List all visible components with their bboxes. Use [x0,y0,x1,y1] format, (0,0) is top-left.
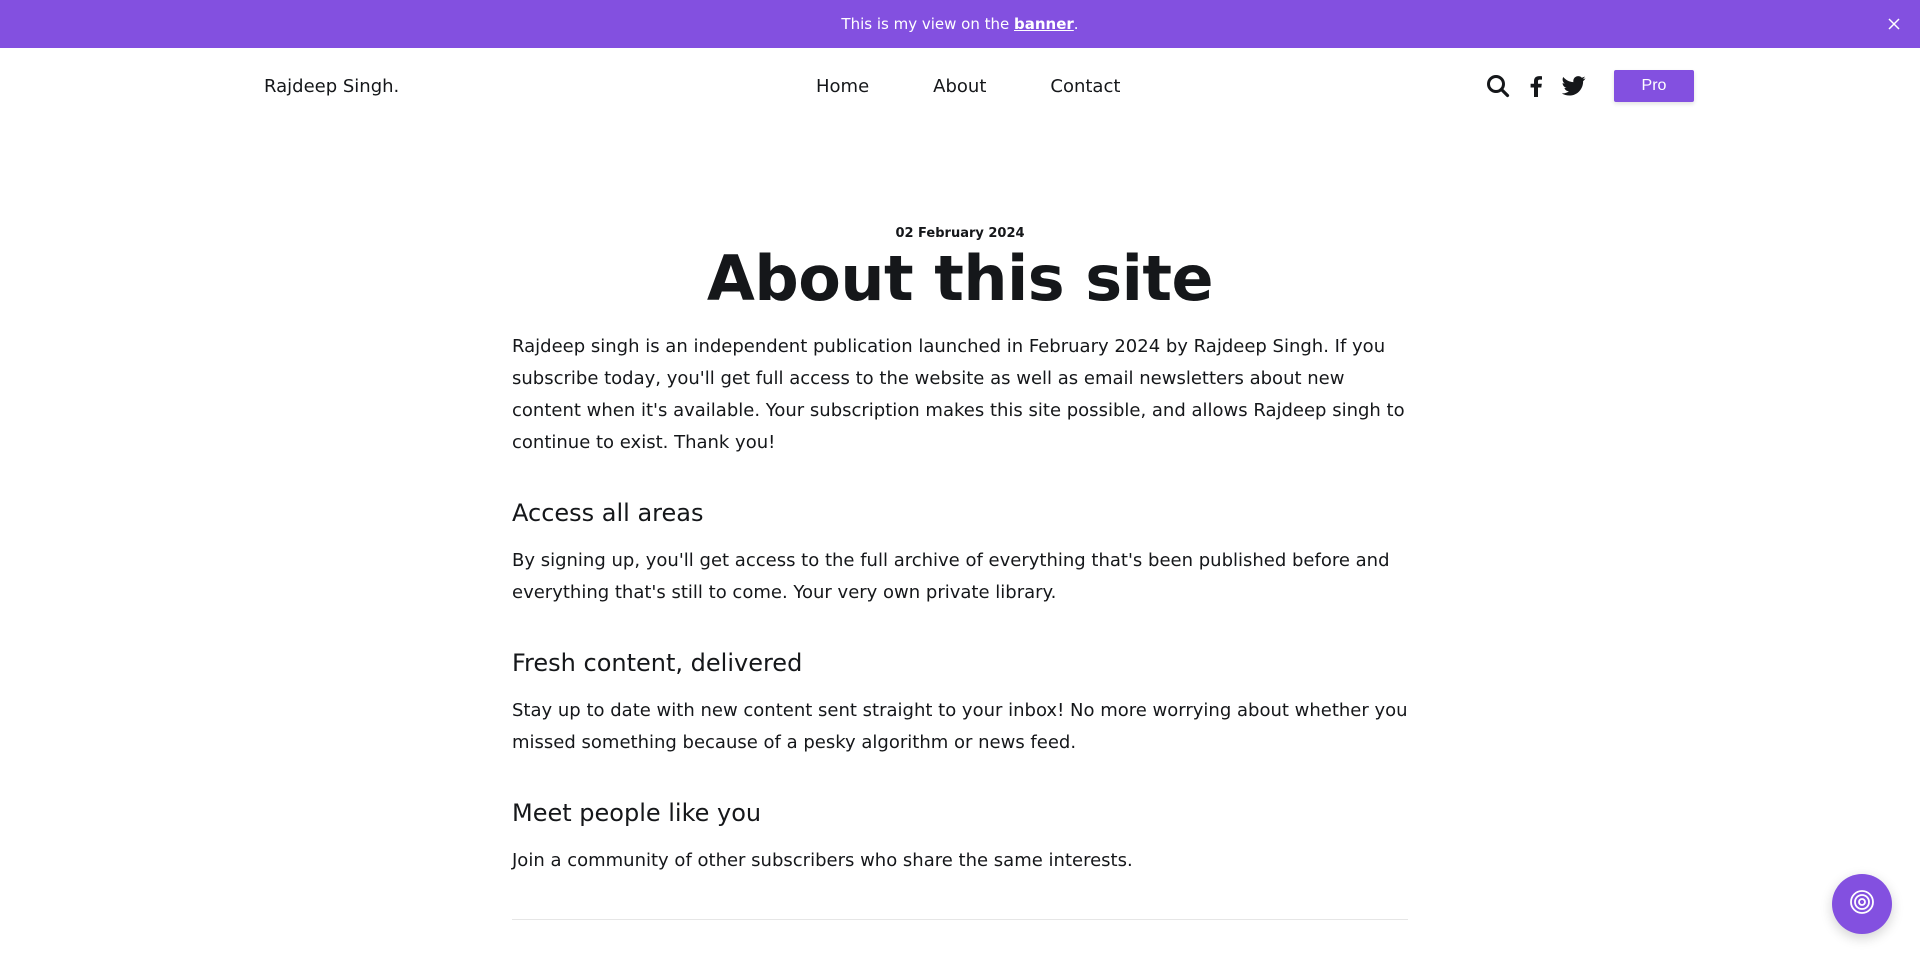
section-body: Join a community of other subscribers wh… [512,850,1133,872]
site-header: Rajdeep Singh. Home About Contact Pro [0,48,1920,128]
section-body: By signing up, you'll get access to the … [512,550,1390,604]
section-heading: Fresh content, delivered [512,649,803,678]
article: 02 February 2024 About this site Rajdeep… [512,220,1408,915]
site-logo[interactable]: Rajdeep Singh. [264,76,399,97]
portal-icon [1849,889,1875,919]
banner-link[interactable]: banner [1014,15,1074,33]
close-icon[interactable] [1884,14,1904,34]
pro-button[interactable]: Pro [1614,70,1694,102]
article-intro: Rajdeep singh is an independent publicat… [512,336,1405,454]
article-divider [512,919,1408,920]
announcement-banner: This is my view on the banner. [0,0,1920,48]
twitter-icon[interactable] [1560,72,1588,100]
section-heading: Access all areas [512,499,704,528]
search-icon[interactable] [1484,72,1512,100]
header-actions: Pro [1484,70,1694,102]
page-title: About this site [706,242,1214,315]
article-date: 02 February 2024 [895,226,1025,241]
nav-item-about[interactable]: About [933,76,986,97]
facebook-icon[interactable] [1522,72,1550,100]
nav-item-contact[interactable]: Contact [1050,76,1120,97]
banner-text-before: This is my view on the [841,15,1014,33]
banner-text-after: . [1073,15,1079,33]
main-nav: Home About Contact [816,76,1120,97]
nav-item-home[interactable]: Home [816,76,869,97]
section-body: Stay up to date with new content sent st… [512,700,1408,754]
section-heading: Meet people like you [512,799,762,828]
banner-text: This is my view on the banner. [841,15,1078,33]
portal-button[interactable] [1832,874,1892,934]
